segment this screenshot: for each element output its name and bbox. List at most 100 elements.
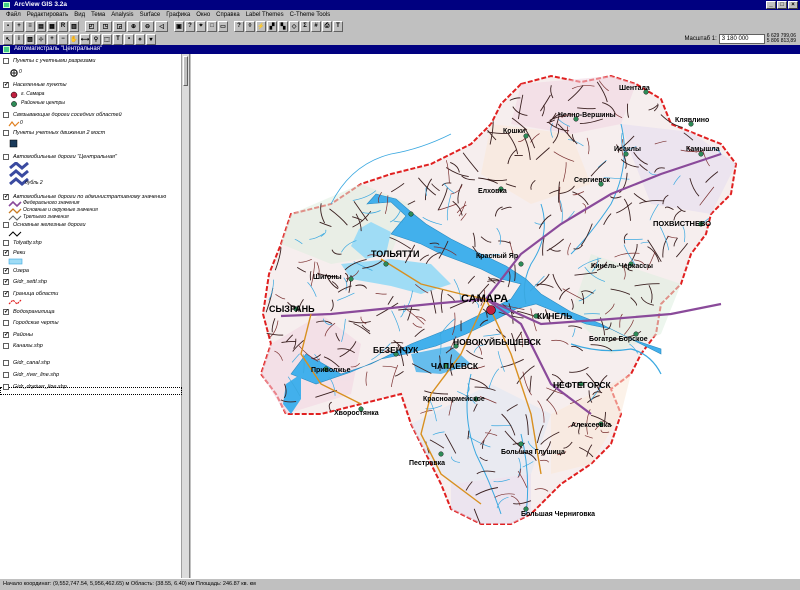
clear-selection-icon[interactable]: □	[207, 21, 217, 32]
layer-checkbox[interactable]: ✓	[3, 291, 9, 297]
layer-checkbox[interactable]	[3, 384, 9, 390]
layer-checkbox[interactable]	[3, 320, 9, 326]
map-svg[interactable]: САМАРА ТОЛЬЯТТИ СЫЗРАНЬ НОВОКУЙБЫШЕВСК Ч…	[191, 54, 800, 578]
close-button[interactable]: ×	[788, 1, 798, 9]
layer-checkbox[interactable]	[3, 343, 9, 349]
menu-window[interactable]: Окно	[193, 12, 213, 18]
toc-scrollbar[interactable]	[181, 54, 189, 578]
find-icon[interactable]: ◊	[245, 21, 255, 32]
surface-icon[interactable]: ▚	[278, 21, 288, 32]
layer-checkbox[interactable]: ✓	[3, 309, 9, 315]
menu-view[interactable]: Вид	[71, 12, 88, 18]
zoom-in-icon[interactable]: ⊕	[127, 21, 140, 32]
label-kamyshla: Камышла	[686, 146, 720, 153]
table-icon[interactable]: ▦	[47, 21, 57, 32]
layer-name: Каналы.shp	[13, 343, 43, 350]
zoom-out-icon[interactable]: ⊖	[141, 21, 154, 32]
layer-name: Gidr_canal.shp	[13, 360, 50, 367]
zoom-out-tool-icon[interactable]: −	[58, 34, 68, 45]
print-icon[interactable]: ⎙	[322, 21, 332, 32]
legend-editor-icon[interactable]: ▤	[36, 21, 46, 32]
layer-checkbox[interactable]	[3, 112, 9, 118]
layer-checkbox[interactable]	[3, 130, 9, 136]
menu-graphics[interactable]: Графика	[163, 12, 193, 18]
scale-input[interactable]: 3 180 000	[719, 34, 765, 44]
layer-checkbox[interactable]	[3, 154, 9, 160]
select-features-icon[interactable]: ▣	[174, 21, 184, 32]
vertex-edit-icon[interactable]: ⊹	[36, 34, 46, 45]
menu-ctheme-tools[interactable]: C-Theme Tools	[287, 12, 334, 18]
zoom-selected-icon[interactable]: ◲	[113, 21, 126, 32]
scale-box: Масштаб 1: 3 180 000 6 629 799,06 5 806 …	[684, 32, 796, 45]
help-icon[interactable]: ?	[234, 21, 244, 32]
arcview-window: ArcView GIS 3.2a _ □ × Файл Редактироват…	[0, 0, 800, 589]
layer-checkbox[interactable]: ✓	[3, 268, 9, 274]
layer-checkbox[interactable]: ✓	[3, 82, 9, 88]
zoom-in-tool-icon[interactable]: +	[47, 34, 57, 45]
layer-checkbox[interactable]	[3, 222, 9, 228]
report-icon[interactable]: R	[58, 21, 68, 32]
layer-name: Tolyatty.shp	[13, 240, 42, 247]
draw-tool-icon[interactable]: •	[124, 34, 134, 45]
layer-checkbox[interactable]	[3, 240, 9, 246]
graph-icon[interactable]: ▞	[267, 21, 277, 32]
layer-name: Городские черты	[13, 320, 59, 327]
grid-icon[interactable]: #	[311, 21, 321, 32]
menu-help[interactable]: Справка	[213, 12, 243, 18]
theme-properties-icon[interactable]: ≡	[25, 21, 35, 32]
scroll-thumb[interactable]	[183, 56, 188, 86]
locate-icon[interactable]: ⌖	[196, 21, 206, 32]
label-krasny-yar: Красный Яр	[476, 252, 518, 260]
query-builder-icon[interactable]: ?	[185, 21, 195, 32]
layer-name: Реки	[13, 250, 25, 257]
layer-checkbox[interactable]	[3, 58, 9, 64]
dropdown-icon[interactable]: ▾	[146, 34, 156, 45]
zoom-previous-icon[interactable]: ◁	[155, 21, 168, 32]
layer-checkbox[interactable]: ✓	[3, 332, 9, 338]
maximize-button[interactable]: □	[777, 1, 787, 9]
chart-icon[interactable]: ▥	[69, 21, 79, 32]
select-tool-icon[interactable]: ▧	[25, 34, 35, 45]
network-icon[interactable]: ◇	[289, 21, 299, 32]
identify-icon[interactable]: i	[14, 34, 24, 45]
label-koshki: Кошки	[503, 128, 525, 135]
view-title-bar: Автомагистраль "Центральная"	[0, 45, 800, 54]
zoom-active-icon[interactable]: ◳	[99, 21, 112, 32]
layer-checkbox[interactable]	[3, 372, 9, 378]
hotlink-tool-icon[interactable]: ⚲	[91, 34, 101, 45]
zoom-full-icon[interactable]: ◰	[85, 21, 98, 32]
text-tool-icon[interactable]: T	[113, 34, 123, 45]
measure-icon[interactable]: ⟷	[80, 34, 90, 45]
menu-theme[interactable]: Тема	[88, 12, 108, 18]
view-title: Автомагистраль "Центральная"	[14, 46, 102, 52]
hotlink-icon[interactable]: ⚡	[256, 21, 266, 32]
menu-analysis[interactable]: Analysis	[108, 12, 136, 18]
pan-icon[interactable]: ✋	[69, 34, 79, 45]
layer-checkbox[interactable]	[3, 360, 9, 366]
label-novokuibyshevsk: НОВОКУЙБЫШЕВСК	[453, 336, 542, 347]
layout-icon[interactable]: ▭	[218, 21, 228, 32]
map-canvas[interactable]: САМАРА ТОЛЬЯТТИ СЫЗРАНЬ НОВОКУЙБЫШЕВСК Ч…	[191, 54, 800, 578]
label-bolshaya-glushitsa: Большая Глушица	[501, 449, 565, 456]
area-of-interest-icon[interactable]: ⬚	[102, 34, 112, 45]
pointer-icon[interactable]: ↖	[3, 34, 13, 45]
layer-checkbox[interactable]: ✓	[3, 250, 9, 256]
minimize-button[interactable]: _	[766, 1, 776, 9]
label-alekseevka: Алексеевка	[571, 422, 611, 429]
save-icon[interactable]: ▪	[3, 21, 13, 32]
layer-checkbox[interactable]: ✓	[3, 194, 9, 200]
stats-icon[interactable]: Σ	[300, 21, 310, 32]
layer-name: Озера	[13, 268, 29, 275]
layer-value: дубль 2	[25, 180, 43, 187]
add-theme-icon[interactable]: +	[14, 21, 24, 32]
menu-label-themes[interactable]: Label Themes	[243, 12, 287, 18]
label-icon[interactable]: T	[333, 21, 343, 32]
menu-surface[interactable]: Surface	[137, 12, 164, 18]
menu-bar: Файл Редактировать Вид Тема Analysis Sur…	[0, 10, 800, 19]
legend-item: Третьего значения	[23, 214, 69, 221]
menu-file[interactable]: Файл	[3, 12, 24, 18]
menu-edit[interactable]: Редактировать	[24, 12, 71, 18]
snap-icon[interactable]: ⋄	[135, 34, 145, 45]
layer-checkbox[interactable]: ✓	[3, 279, 9, 285]
layer-name: Населенные пункты	[13, 82, 67, 89]
